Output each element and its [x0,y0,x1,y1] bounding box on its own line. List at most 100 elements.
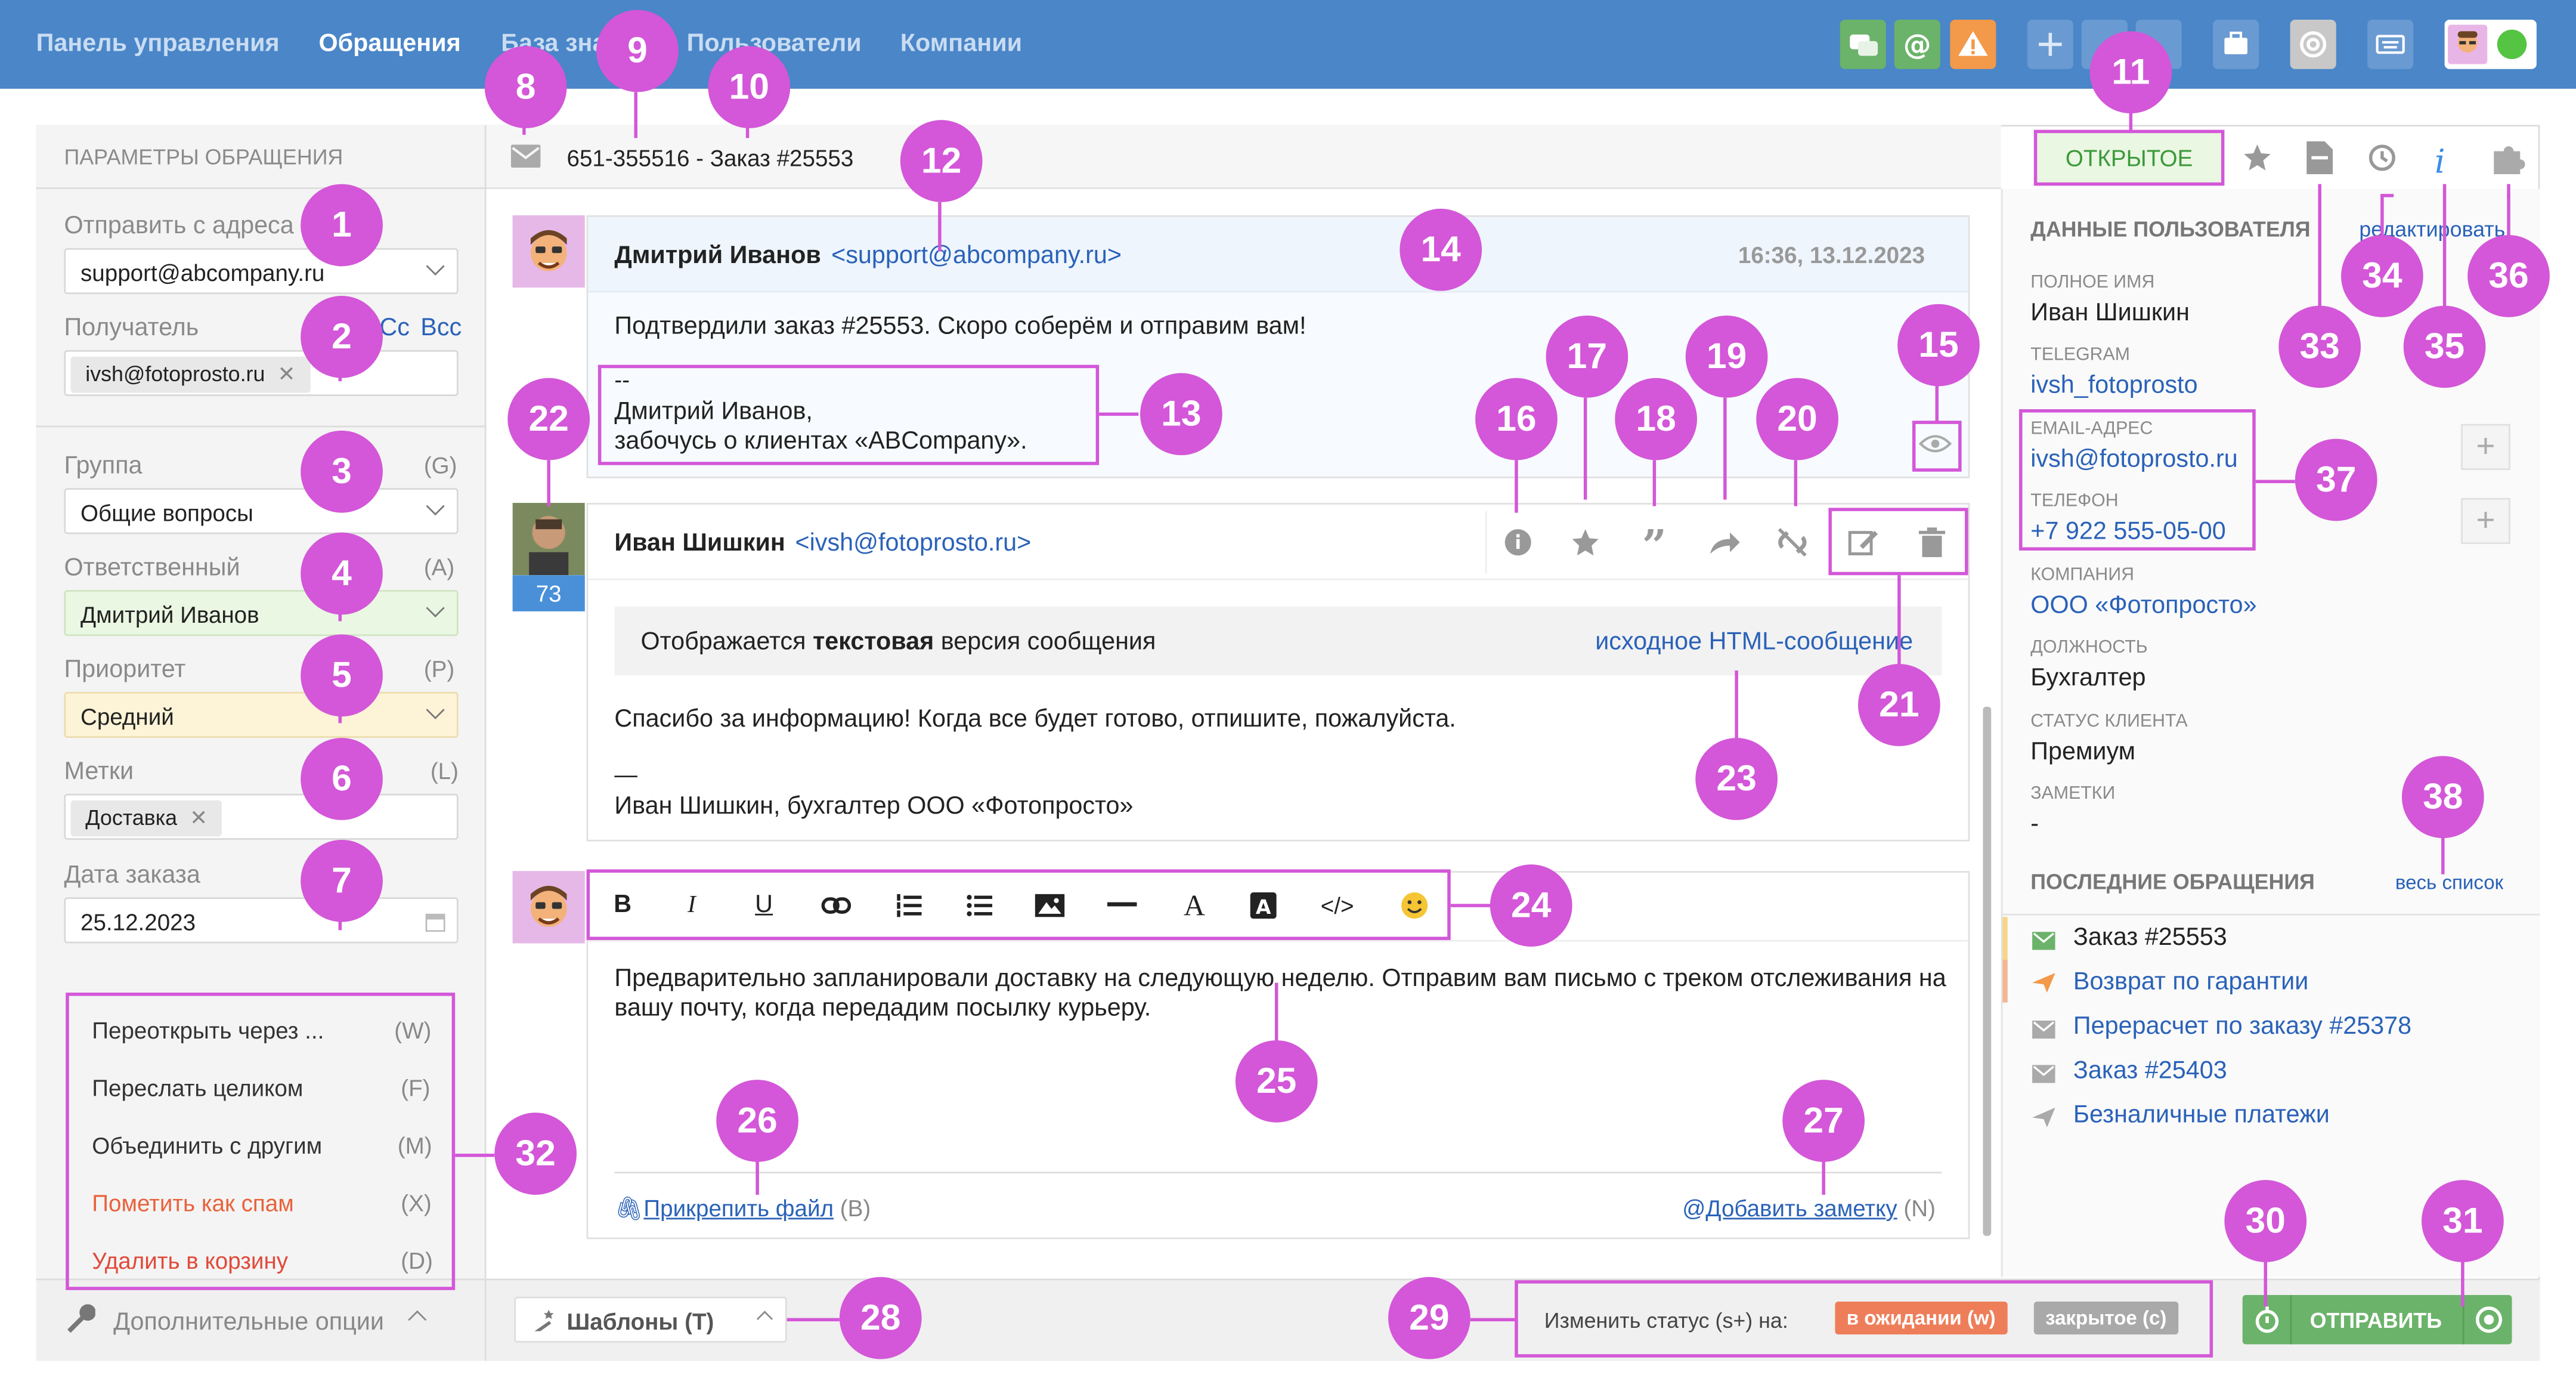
company-value[interactable]: ООО «Фотопросто» [2030,592,2256,620]
fullname-value: Иван Шишкин [2030,299,2190,327]
svg-text:”: ” [1642,520,1667,570]
calendar-icon[interactable] [425,910,445,937]
document-icon[interactable] [2306,141,2333,183]
order-date-input[interactable]: 25.12.2023 [64,897,459,944]
remove-tag-icon[interactable]: ✕ [190,805,208,830]
message-author-email[interactable]: <ivsh@fotoprosto.ru> [795,529,1031,557]
tags-input[interactable]: Доставка ✕ [64,793,459,840]
original-html-link[interactable]: исходное HTML-сообщение [1595,628,1913,656]
envelope-icon [510,144,541,175]
nav-tickets[interactable]: Обращения [318,30,460,58]
group-label: Группа [64,452,143,480]
highlight-format-toolbar [586,869,1451,940]
assignee-select[interactable]: Дмитрий Иванов [64,590,459,636]
recent-ticket-3[interactable]: Перерасчет по заказу #25378 [2073,1012,2411,1040]
telegram-value[interactable]: ivsh_fotoprosto [2030,372,2197,400]
history-icon[interactable] [2366,141,2398,183]
callout-8: 8 [484,46,567,128]
from-address-select[interactable]: support@abcompany.ru [64,248,459,295]
callout-34: 34 [2341,234,2423,317]
reply-agent-avatar [512,871,585,944]
send-options-icon[interactable] [2462,1295,2512,1345]
recent-ticket-1[interactable]: Заказ #25553 [2073,923,2227,951]
callout-10: 10 [708,46,791,128]
keyboard-icon[interactable] [2367,20,2414,69]
callout-21: 21 [1858,664,1940,746]
group-select[interactable]: Общие вопросы [64,488,459,534]
more-options-toggle[interactable]: Дополнительные опции [113,1308,384,1336]
priority-select[interactable]: Средний [64,691,459,738]
user-profile-menu[interactable] [2444,20,2537,69]
nav-users[interactable]: Пользователи [687,30,862,58]
message-body: Подтвердили заказ #25553. Скоро соберём … [614,312,1306,341]
highlight-actions [66,993,456,1290]
email-at-icon[interactable]: @ [1894,20,1940,69]
recent-tickets-header: ПОСЛЕДНИЕ ОБРАЩЕНИЯ [2030,869,2315,894]
remove-recipient-icon[interactable]: ✕ [277,361,295,386]
magic-wand-icon [531,1308,557,1339]
panel-title: ПАРАМЕТРЫ ОБРАЩЕНИЯ [64,144,343,169]
callout-13: 13 [1140,373,1222,456]
callout-17: 17 [1546,315,1628,398]
favorite-star-icon[interactable] [1553,511,1618,574]
position-label: ДОЛЖНОСТЬ [2030,637,2148,658]
callout-14: 14 [1400,208,1482,291]
warning-icon[interactable] [1950,20,1996,69]
company-label: КОМПАНИЯ [2030,565,2135,585]
ticket-title: 651-355516 - Заказ #25553 [566,144,854,171]
quote-icon[interactable]: ” [1621,511,1687,574]
callout-19: 19 [1685,315,1768,398]
add-note-link[interactable]: @Добавить заметку (N) [1682,1195,1936,1221]
target-icon[interactable] [2290,20,2336,69]
add-phone-button[interactable]: + [2461,497,2510,544]
attach-file-link[interactable]: 🖇Прикрепить файл (B) [614,1195,871,1223]
puzzle-icon[interactable] [2491,141,2527,186]
reply-text[interactable]: Предварительно запланировали доставку на… [614,965,1948,1024]
agent-avatar-large [512,215,585,288]
send-button[interactable]: ОТПРАВИТЬ [2310,1308,2442,1333]
nav-dashboard[interactable]: Панель управления [36,30,280,58]
recipient-label: Получатель [64,314,199,342]
callout-28: 28 [839,1277,922,1359]
callout-22: 22 [507,378,590,461]
forward-icon[interactable] [1690,511,1756,574]
wrench-icon[interactable] [63,1302,96,1343]
callout-15: 15 [1897,304,1980,387]
info-icon[interactable]: i [2435,141,2445,181]
all-tickets-link[interactable]: весь список [2395,871,2503,894]
callout-29: 29 [1388,1277,1470,1359]
briefcase-icon[interactable] [2213,20,2259,69]
star-icon[interactable] [2243,143,2272,181]
callout-30: 30 [2224,1180,2307,1262]
callout-4: 4 [301,532,383,615]
message-author-email[interactable]: <support@abcompany.ru> [831,242,1122,270]
message-author: Дмитрий Иванов [614,241,821,270]
scrollbar[interactable] [1983,706,1992,1236]
nav-companies[interactable]: Компании [900,30,1022,58]
tag-chip: Доставка ✕ [70,800,222,837]
order-date-label: Дата заказа [64,861,200,889]
recent-ticket-5[interactable]: Безналичные платежи [2073,1101,2330,1129]
paperclip-icon: 🖇 [614,1194,644,1222]
plus-icon[interactable] [2027,20,2073,69]
templates-button[interactable]: Шаблоны (T) [514,1296,787,1343]
message-info-icon[interactable] [1485,511,1551,574]
callout-12: 12 [900,120,983,202]
callout-37: 37 [2295,438,2377,521]
priority-label: Приоритет [64,656,186,684]
callout-1: 1 [301,184,383,267]
group-shortcut: (G) [423,452,457,478]
recipient-input[interactable]: ivsh@fotoprosto.ru ✕ [64,350,459,396]
callout-16: 16 [1475,378,1558,461]
callout-18: 18 [1615,378,1698,461]
fullname-label: ПОЛНОЕ ИМЯ [2030,273,2155,293]
bcc-link[interactable]: Bcc [420,314,462,342]
chat-icon[interactable] [1840,20,1886,69]
send-arrow-icon [2032,971,2055,1001]
online-status-indicator [2497,29,2527,60]
add-email-button[interactable]: + [2461,424,2510,470]
recent-ticket-4[interactable]: Заказ #25403 [2073,1057,2227,1085]
cc-link[interactable]: Cc [379,314,410,342]
unlink-icon[interactable] [1760,511,1825,574]
recent-ticket-2[interactable]: Возврат по гарантии [2073,968,2308,996]
